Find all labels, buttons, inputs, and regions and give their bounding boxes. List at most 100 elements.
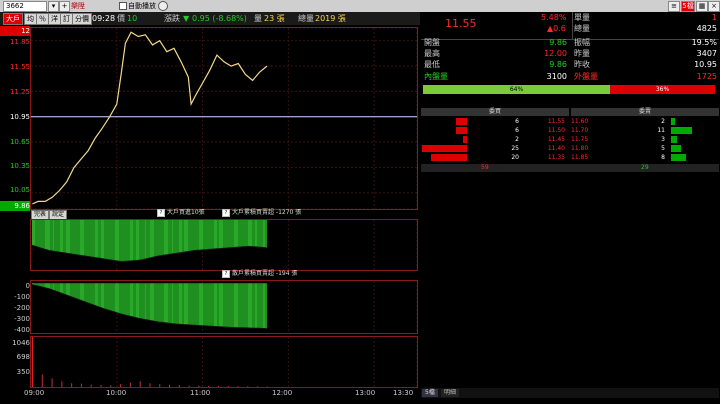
buy-price[interactable]: 11.50 [521,127,565,135]
buy-quantity[interactable]: 25 [481,145,519,153]
indicator-bar [230,283,231,328]
indicator-bar [166,283,167,323]
indicator-bar [175,220,176,254]
indicator-bar [242,220,243,247]
open-value: 9.86 [549,38,567,47]
indicator-bar [204,220,205,250]
indicator-bar [98,283,99,307]
indicator-bar [255,220,256,247]
indicator-bar [177,220,178,254]
buy-price[interactable]: 11.35 [521,154,565,162]
indicator-bar [185,283,186,325]
volume-bar [129,382,131,387]
quote-panel: 11.55 5.48% ▲0.6 單量 1 總量 4825 開盤 9.86 振幅… [421,12,720,404]
indicator-bar [85,283,86,302]
tab-detail[interactable]: 明細 [441,389,460,397]
indicator-bar [147,283,148,320]
indicator-bar [162,283,163,323]
indicator-bar [44,220,45,249]
indicator-bar [181,220,182,253]
five-level-button[interactable]: 5檔 [681,1,695,12]
stock-code-input[interactable]: 3662 [3,1,47,12]
add-icon[interactable]: + [59,1,70,12]
sell-price[interactable]: 11.70 [571,127,615,135]
info-volume-label: 量 [254,14,262,23]
buy-price[interactable]: 11.45 [521,136,565,144]
amplitude-label: 振幅 [574,38,590,47]
indicator-bar [206,283,207,326]
indicator-bar [101,220,102,259]
sell-price[interactable]: 11.75 [571,136,615,144]
tab-price-distribution[interactable]: 分價 [72,13,92,25]
indicator-bar [123,283,124,315]
buy-price[interactable]: 11.55 [521,118,565,126]
retail-chart[interactable] [30,281,418,333]
sell-depth-bar [671,127,692,134]
sell-price[interactable]: 11.60 [571,118,615,126]
big-player-chart[interactable] [30,220,418,270]
indicator-bar [107,220,108,260]
play-icon[interactable] [158,1,168,11]
indicator-tick: -100 [14,293,30,301]
volume-bar [149,383,151,387]
indicator-bar [191,283,192,326]
layout-icon[interactable]: ▦ [696,1,708,12]
tab-five-level[interactable]: 5檔 [422,389,438,397]
indicator-bar [82,220,83,256]
indicator-bar [192,283,193,326]
indicator-bar [50,283,51,290]
sell-quantity[interactable]: 3 [631,136,665,144]
close-icon[interactable]: × [708,1,720,12]
indicator-bar [182,220,183,253]
indicator-bar [67,220,68,254]
indicator-bar [53,283,54,291]
help-icon[interactable]: ? [157,209,165,217]
indicator-bar [84,283,85,302]
indicator-bar [218,220,219,249]
indicator-bar [213,283,214,327]
sell-quantity[interactable]: 5 [631,145,665,153]
indicator-bar [117,220,118,261]
indicator-bar [153,283,154,322]
inner-volume-label: 內盤量 [424,72,448,81]
indicator-bar [254,220,255,247]
sell-quantity[interactable]: 8 [631,154,665,162]
indicator-bar [94,283,95,306]
price-chart[interactable] [30,27,418,210]
indicator-bar [248,283,249,328]
tab-big-player[interactable]: 大戶 [3,13,23,25]
indicator-bar [130,283,131,317]
dropdown-icon[interactable]: ▾ [48,1,59,12]
indicator-bar [160,220,161,256]
indicator-bar [135,220,136,261]
buy-depth-bar [456,127,467,134]
indicator-bar [86,220,87,257]
buy-quantity[interactable]: 20 [481,154,519,162]
list-icon[interactable]: ≡ [668,1,680,12]
sell-price[interactable]: 11.80 [571,145,615,153]
buy-depth-bar [431,154,467,161]
indicator-bar [249,220,250,247]
volume-chart[interactable] [30,337,418,387]
indicator-bar [83,220,84,256]
indicator-bar [126,220,127,262]
volume-bar [159,384,161,387]
help-icon[interactable]: ? [222,209,230,217]
indicator-bar [80,220,81,256]
info-price-label: 價 [117,14,125,23]
auto-play-checkbox[interactable] [119,2,127,10]
buy-price[interactable]: 11.40 [521,145,565,153]
sell-quantity[interactable]: 11 [631,127,665,135]
indicator-bar [205,220,206,250]
help-icon[interactable]: ? [222,270,230,278]
info-change-label: 漲跌 [164,14,180,23]
indicator-bar [194,220,195,251]
indicator-bar [49,283,50,289]
sell-depth-bar [671,136,677,143]
buy-quantity[interactable]: 6 [481,127,519,135]
indicator-bar [255,283,256,329]
buy-quantity[interactable]: 6 [481,118,519,126]
sell-price[interactable]: 11.85 [571,154,615,162]
buy-quantity[interactable]: 2 [481,136,519,144]
sell-quantity[interactable]: 2 [631,118,665,126]
